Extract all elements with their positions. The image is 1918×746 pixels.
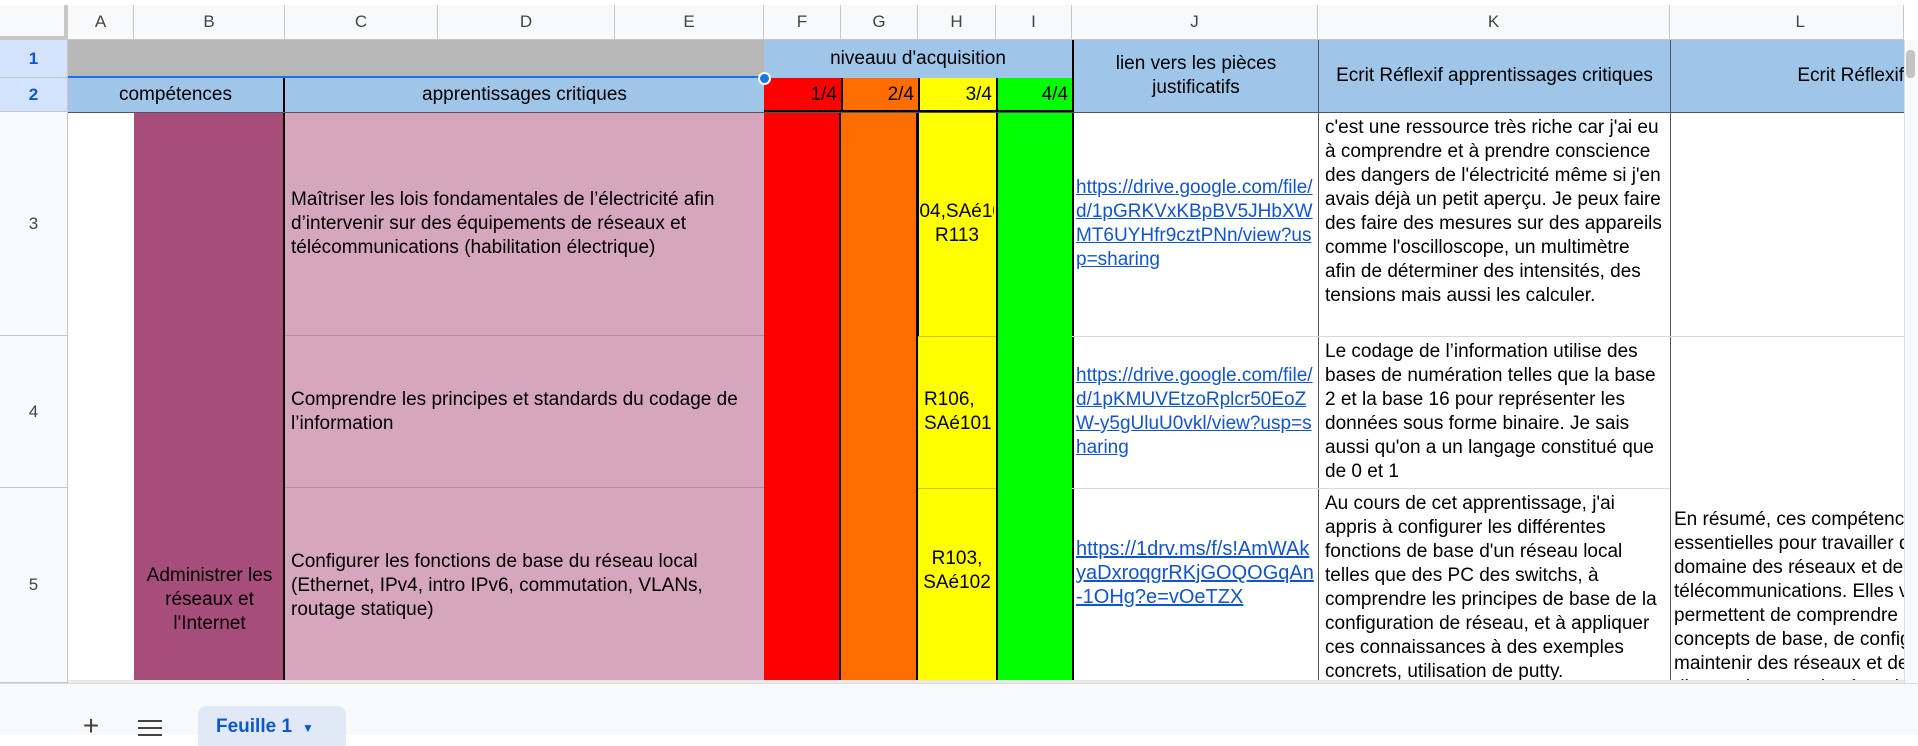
level-divider-row3 [917, 112, 919, 336]
apprentissage-cell-3[interactable]: Maîtriser les lois fondamentales de l’él… [285, 112, 764, 336]
sheet-tab-feuille-1[interactable]: Feuille 1 ▼ [198, 706, 346, 746]
link-cell-3[interactable]: https://drive.google.com/file/d/1pGRKVxK… [1076, 112, 1316, 336]
column-header-g[interactable]: G [841, 5, 918, 40]
summary-cell-l[interactable]: En résumé, ces compétences sont essentie… [1674, 508, 1904, 683]
evidence-link-3[interactable]: https://drive.google.com/file/d/1pGRKVxK… [1076, 176, 1316, 272]
column-header-b[interactable]: B [134, 5, 285, 40]
reflexif-cell-5[interactable]: Au cours de cet apprentissage, j'ai appr… [1318, 488, 1670, 683]
row-header-2[interactable]: 2 [0, 78, 68, 112]
column-header-d[interactable]: D [438, 5, 615, 40]
evidence-link-5[interactable]: https://1drv.ms/f/s!AmWAkyaDxroqgrRKjGOQ… [1076, 537, 1316, 609]
row-header-5[interactable]: 5 [0, 488, 68, 683]
grid-line-row5 [1072, 488, 1670, 489]
column-header-c[interactable]: C [285, 5, 438, 40]
all-sheets-menu-icon[interactable] [138, 720, 162, 736]
column-header-a[interactable]: A [68, 5, 134, 40]
apprentissage-cell-5[interactable]: Configurer les fonctions de base du rése… [285, 488, 764, 683]
selection-drag-handle[interactable] [758, 72, 771, 85]
level-text-row5[interactable]: R103, SAé102 [920, 488, 994, 683]
level-4-header[interactable]: 4/4 [996, 78, 1072, 112]
column-header-l[interactable]: L [1670, 5, 1904, 40]
column-header-h[interactable]: H [918, 5, 996, 40]
link-header[interactable]: lien vers les pièces justificatifs [1072, 40, 1318, 112]
row-header-1[interactable]: 1 [0, 40, 68, 78]
reflexif-cell-3[interactable]: c'est une ressource très riche car j'ai … [1318, 112, 1670, 336]
grid-line [68, 336, 285, 337]
select-all-corner[interactable] [0, 5, 68, 40]
column-header-f[interactable]: F [764, 5, 841, 40]
reflexif-cell-4[interactable]: Le codage de l’information utilise des b… [1318, 336, 1670, 488]
chevron-down-icon[interactable]: ▼ [302, 721, 314, 735]
summary-text: En résumé, ces compétences sont essentie… [1674, 509, 1904, 683]
column-header-k[interactable]: K [1318, 5, 1670, 40]
level-2-column[interactable] [841, 112, 918, 683]
row-header-4[interactable]: 4 [0, 336, 68, 488]
reflexive-header[interactable]: Ecrit Réflexif apprentissages critiques [1318, 40, 1670, 112]
reflexive-header-l[interactable]: Ecrit Réflexif [1670, 40, 1904, 112]
column-a-cells[interactable] [68, 112, 134, 683]
level-3-header[interactable]: 3/4 [918, 78, 996, 112]
link-cell-5[interactable]: https://1drv.ms/f/s!AmWAkyaDxroqgrRKjGOQ… [1076, 488, 1316, 658]
evidence-link-4[interactable]: https://drive.google.com/file/d/1pKMUVEt… [1076, 364, 1316, 460]
level-4-column[interactable] [996, 112, 1072, 683]
grid-line-header-bottom [68, 112, 1904, 113]
level-text-row3[interactable]: R104,SAé102, R113 [920, 112, 994, 336]
acquisition-level-header[interactable]: niveauu d'acquisition [764, 40, 1072, 78]
grid-line-row4 [1072, 336, 1904, 337]
column-header-j[interactable]: J [1072, 5, 1318, 40]
competence-name: Administrer les réseaux et l'Internet [146, 565, 273, 634]
link-cell-4[interactable]: https://drive.google.com/file/d/1pKMUVEt… [1076, 336, 1316, 488]
header-gray-band[interactable] [68, 40, 764, 78]
competences-header[interactable]: compétences [68, 78, 285, 112]
apprentissages-header[interactable]: apprentissages critiques [285, 78, 764, 112]
competence-cell[interactable]: Administrer les réseaux et l'Internet [134, 112, 285, 683]
level-1-column[interactable] [764, 112, 841, 683]
vertical-scrollbar-thumb[interactable] [1906, 50, 1915, 78]
column-header-e[interactable]: E [615, 5, 764, 40]
vertical-scrollbar[interactable] [1904, 40, 1918, 683]
column-header-i[interactable]: I [996, 5, 1072, 40]
level-1-header[interactable]: 1/4 [764, 78, 841, 112]
add-sheet-icon[interactable]: + [78, 712, 104, 742]
level-2-header[interactable]: 2/4 [841, 78, 918, 112]
level-text-row4[interactable]: R106, SAé101 [920, 336, 994, 488]
row-header-3[interactable]: 3 [0, 112, 68, 336]
apprentissage-cell-4[interactable]: Comprendre les principes et standards du… [285, 336, 764, 488]
